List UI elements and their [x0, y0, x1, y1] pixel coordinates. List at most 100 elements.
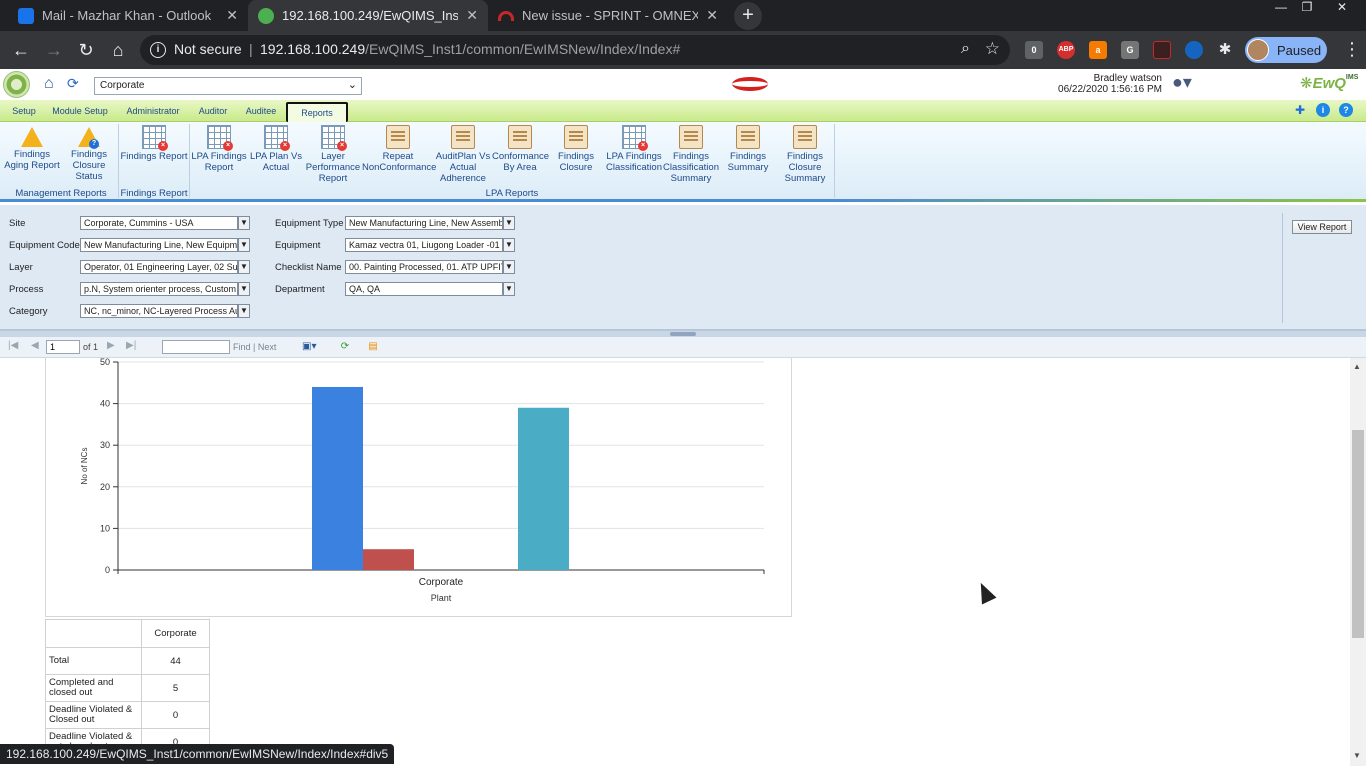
site-field[interactable]: Corporate, Cummins - USA: [80, 216, 238, 230]
chevron-down-icon[interactable]: ▼: [238, 216, 250, 230]
column-header: Corporate: [141, 619, 210, 648]
tab-ewqims[interactable]: 192.168.100.249/EwQIMS_Inst1/c ✕: [248, 0, 488, 31]
chevron-down-icon[interactable]: ▼: [503, 260, 515, 274]
splitter-grip[interactable]: [670, 332, 696, 336]
equipment-type-field[interactable]: New Manufacturing Line, New Assemb: [345, 216, 503, 230]
window-close-button[interactable]: ✕: [1326, 0, 1358, 16]
layer-performance-report-button[interactable]: × Layer Performance Report: [304, 125, 362, 184]
close-icon[interactable]: ✕: [226, 7, 238, 24]
scroll-down-icon[interactable]: ▼: [1353, 751, 1361, 760]
chevron-down-icon[interactable]: ▼: [238, 304, 250, 318]
scroll-up-icon[interactable]: ▲: [1353, 362, 1361, 371]
auditplan-vs-actual-adherence-button[interactable]: AuditPlan Vs Actual Adherence: [434, 125, 492, 184]
site-selector[interactable]: Corporate ⌄: [94, 77, 362, 95]
repeat-nonconformance-button[interactable]: Repeat NonConformance: [362, 125, 436, 173]
bookmark-star-icon[interactable]: ☆: [985, 39, 1000, 59]
category-field[interactable]: NC, nc_minor, NC-Layered Process Au: [80, 304, 238, 318]
find-link[interactable]: Find: [233, 342, 251, 352]
chevron-down-icon[interactable]: ▼: [503, 282, 515, 296]
x-tick-label: Corporate: [419, 577, 464, 588]
findings-classification-summary-button[interactable]: Findings Classification Summary: [662, 125, 720, 184]
user-icon[interactable]: ●▾: [1172, 72, 1194, 94]
puzzle-icon[interactable]: ✱: [1216, 41, 1234, 59]
view-report-button[interactable]: View Report: [1292, 220, 1352, 234]
conformance-by-area-button[interactable]: Conformance By Area: [492, 125, 549, 173]
next-page-icon[interactable]: ▶: [107, 340, 115, 351]
chevron-down-icon[interactable]: ▼: [503, 238, 515, 252]
ribbon-label: Repeat: [382, 151, 414, 162]
help-badge-icon: ?: [89, 139, 99, 149]
refresh-report-icon[interactable]: ⟳: [338, 340, 352, 354]
ribbon-label: Layer: [321, 151, 345, 162]
new-tab-button[interactable]: +: [734, 2, 762, 30]
refresh-icon[interactable]: ⟳: [67, 75, 79, 92]
close-icon[interactable]: ✕: [706, 7, 718, 24]
tab-auditee[interactable]: Auditee: [240, 102, 282, 122]
checklist-name-field[interactable]: 00. Painting Processed, 01. ATP UPFIT: [345, 260, 503, 274]
layer-field[interactable]: Operator, 01 Engineering Layer, 02 Su: [80, 260, 238, 274]
chevron-down-icon[interactable]: ▼: [238, 282, 250, 296]
findings-closure-button[interactable]: Findings Closure: [552, 125, 600, 173]
forward-icon[interactable]: →: [43, 39, 65, 61]
pin-icon[interactable]: ✚: [1293, 103, 1307, 117]
chevron-down-icon[interactable]: ▼: [238, 260, 250, 274]
tab-module-setup[interactable]: Module Setup: [48, 102, 112, 122]
department-field[interactable]: QA, QA: [345, 282, 503, 296]
tab-administrator[interactable]: Administrator: [120, 102, 186, 122]
find-next-link[interactable]: Next: [258, 342, 277, 352]
export-icon[interactable]: ▣▾: [302, 340, 316, 354]
page-number-input[interactable]: [46, 340, 80, 354]
address-bar[interactable]: i Not secure | 192.168.100.249/EwQIMS_In…: [140, 35, 1010, 65]
close-icon[interactable]: ✕: [466, 7, 478, 24]
home-icon[interactable]: ⌂: [107, 39, 129, 61]
back-icon[interactable]: ←: [10, 39, 32, 61]
findings-closure-status-button[interactable]: ? Findings Closure Status: [64, 125, 114, 182]
help-icon[interactable]: ?: [1339, 103, 1353, 117]
lpa-findings-classification-button[interactable]: × LPA Findings Classification: [604, 125, 664, 173]
vertical-scrollbar[interactable]: ▲ ▼: [1350, 358, 1366, 766]
tab-auditor[interactable]: Auditor: [194, 102, 232, 122]
equipment-field[interactable]: Kamaz vectra 01, Liugong Loader -01: [345, 238, 503, 252]
print-layout-icon[interactable]: ▤: [366, 340, 380, 354]
reload-icon[interactable]: ↻: [75, 39, 97, 61]
pdf-extension-icon[interactable]: [1153, 41, 1171, 59]
lpa-findings-report-button[interactable]: × LPA Findings Report: [191, 125, 247, 173]
info-icon[interactable]: i: [150, 42, 166, 58]
lpa-plan-vs-actual-button[interactable]: × LPA Plan Vs Actual: [249, 125, 303, 173]
tab-reports[interactable]: Reports: [286, 102, 348, 122]
findings-summary-button[interactable]: Findings Summary: [724, 125, 772, 173]
panel-splitter[interactable]: [0, 330, 1366, 337]
ribbon-label: Classification: [606, 162, 662, 173]
adblock-icon[interactable]: ABP: [1057, 41, 1075, 59]
zoom-icon[interactable]: ⌕: [961, 40, 970, 58]
chart-bar: [363, 549, 414, 570]
info-icon[interactable]: i: [1316, 103, 1330, 117]
previous-page-icon[interactable]: ◀: [31, 340, 39, 351]
chevron-down-icon[interactable]: ▼: [503, 216, 515, 230]
shopping-extension-icon[interactable]: a: [1089, 41, 1107, 59]
firefox-extension-icon[interactable]: [1185, 41, 1203, 59]
home-icon[interactable]: ⌂: [44, 75, 54, 93]
profile-button[interactable]: Paused: [1245, 37, 1327, 63]
tab-redmine[interactable]: New issue - SPRINT - OMNEX ISS ✕: [488, 0, 728, 31]
chevron-down-icon[interactable]: ▼: [238, 238, 250, 252]
restore-button[interactable]: ❐: [1294, 0, 1320, 16]
tab-outlook[interactable]: Mail - Mazhar Khan - Outlook ✕: [8, 0, 248, 31]
minimize-button[interactable]: —: [1268, 0, 1294, 16]
find-input[interactable]: [162, 340, 230, 354]
last-page-icon[interactable]: ▶|: [126, 340, 136, 351]
browser-menu-icon[interactable]: ⋮: [1343, 39, 1361, 60]
grammar-extension-icon[interactable]: G: [1121, 41, 1139, 59]
equipment-code-field[interactable]: New Manufacturing Line, New Equipm: [80, 238, 238, 252]
findings-report-button[interactable]: × Findings Report: [120, 125, 188, 162]
process-field[interactable]: p.N, System orienter process, Custom: [80, 282, 238, 296]
ribbon-label: Actual: [262, 162, 290, 173]
scrollbar-thumb[interactable]: [1352, 430, 1364, 638]
first-page-icon[interactable]: |◀: [8, 340, 18, 351]
url-text[interactable]: 192.168.100.249/EwQIMS_Inst1/common/EwIM…: [260, 41, 680, 57]
extension-icon[interactable]: 0: [1025, 41, 1043, 59]
findings-closure-summary-button[interactable]: Findings Closure Summary: [778, 125, 832, 184]
tab-setup[interactable]: Setup: [8, 102, 40, 122]
cummins-logo-mark: [732, 77, 768, 91]
findings-aging-report-button[interactable]: Findings Aging Report: [4, 125, 60, 171]
